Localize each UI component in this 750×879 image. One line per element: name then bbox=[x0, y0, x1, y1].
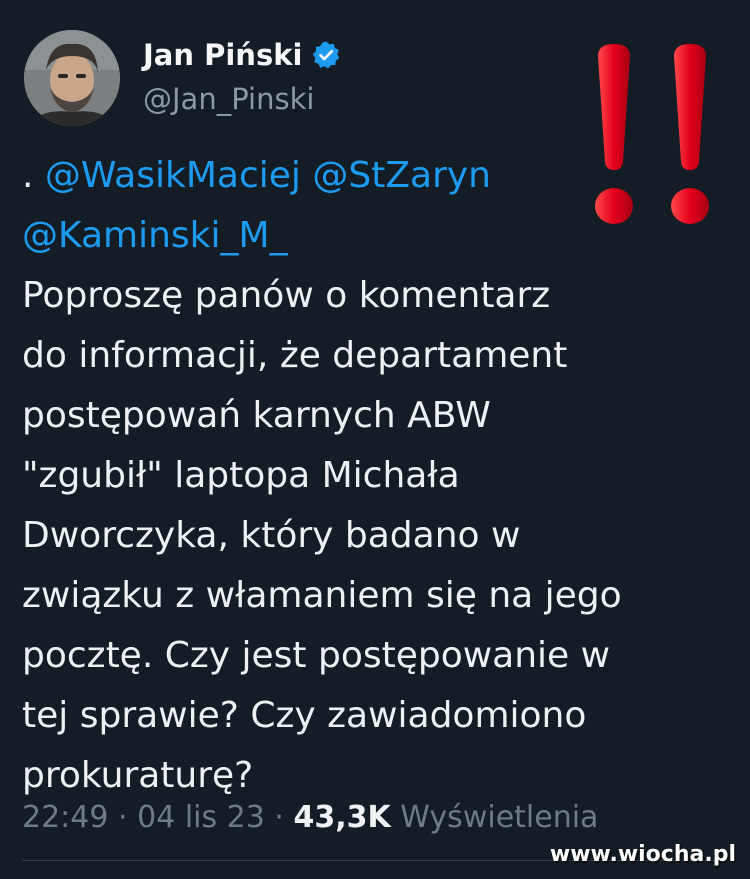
tweet-meta: 22:49 · 04 lis 23 · 43,3K Wyświetlenia bbox=[22, 800, 598, 835]
tweet-text-line: Dworczyka, który badano w bbox=[22, 515, 521, 556]
verified-badge-icon bbox=[311, 40, 341, 70]
author-handle[interactable]: @Jan_Pinski bbox=[143, 82, 314, 116]
tweet-text-line: Poproszę panów o komentarz bbox=[22, 275, 551, 316]
tweet-time[interactable]: 22:49 bbox=[22, 800, 108, 835]
author-name[interactable]: Jan Piński bbox=[143, 38, 341, 72]
tweet-card: Jan Piński @Jan_Pinski . @WasikMaciej @S… bbox=[0, 0, 750, 879]
tweet-text-line: prokuraturę? bbox=[22, 755, 254, 796]
tweet-text-line: związku z włamaniem się na jego bbox=[22, 575, 622, 616]
tweet-text-line: pocztę. Czy jest postępowanie w bbox=[22, 635, 611, 676]
tweet-text-line: postępowań karnych ABW bbox=[22, 395, 491, 436]
tweet-mentions-line-2: @Kaminski_M_ bbox=[22, 206, 722, 266]
mention-kaminski-m[interactable]: @Kaminski_M_ bbox=[22, 215, 288, 256]
tweet-mentions-line-1: . @WasikMaciej @StZaryn bbox=[22, 146, 722, 206]
tweet-text-line: do informacji, że departament bbox=[22, 335, 568, 376]
tweet-text: . @WasikMaciej @StZaryn @Kaminski_M_ Pop… bbox=[22, 146, 722, 806]
avatar[interactable] bbox=[24, 30, 120, 126]
mention-stzaryn[interactable]: @StZaryn bbox=[312, 155, 491, 196]
avatar-image bbox=[24, 30, 120, 126]
views-label: Wyświetlenia bbox=[400, 800, 599, 835]
author-name-text[interactable]: Jan Piński bbox=[143, 38, 302, 72]
tweet-prefix: . bbox=[22, 155, 45, 196]
tweet-date[interactable]: 04 lis 23 bbox=[137, 800, 265, 835]
meta-separator: · bbox=[118, 800, 128, 835]
watermark: www.wiocha.pl bbox=[549, 842, 736, 867]
tweet-text-line: tej sprawie? Czy zawiadomiono bbox=[22, 695, 587, 736]
views-count[interactable]: 43,3K bbox=[293, 800, 390, 835]
tweet-text-line: "zgubił" laptopa Michała bbox=[22, 455, 460, 496]
meta-separator: · bbox=[274, 800, 284, 835]
mention-wasikmaciej[interactable]: @WasikMaciej bbox=[45, 155, 301, 196]
